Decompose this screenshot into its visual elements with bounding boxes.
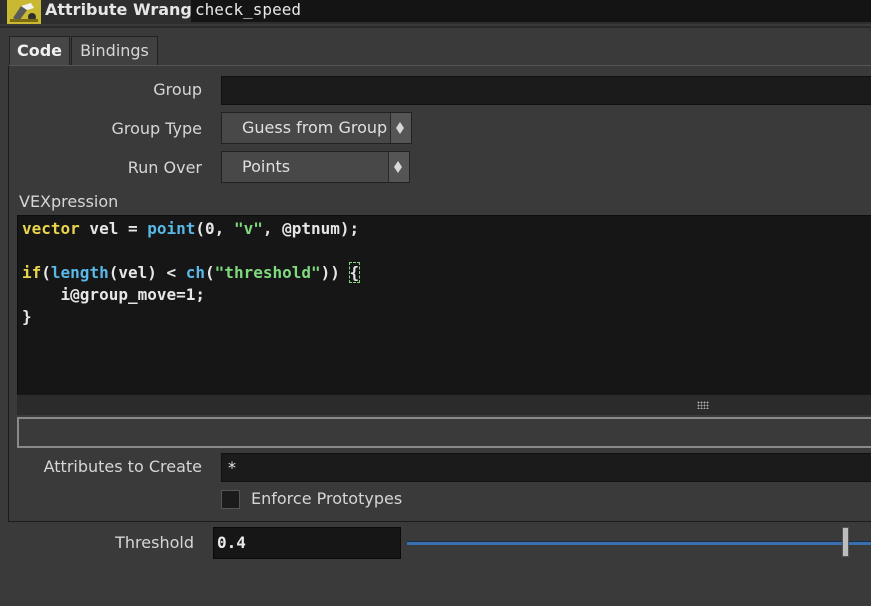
menu-spinner-icon (390, 113, 411, 143)
run-over-label: Run Over (127, 158, 202, 177)
run-over-menu[interactable]: Points (221, 151, 410, 183)
threshold-label: Threshold (115, 533, 194, 552)
threshold-slider-track[interactable] (407, 541, 871, 545)
code-token: { (348, 262, 361, 283)
code-line: } (22, 306, 871, 328)
code-token: (0, (195, 219, 234, 238)
group-type-menu[interactable]: Guess from Group (221, 112, 412, 144)
node-name-field[interactable]: check_speed (191, 0, 871, 22)
code-token: (vel) < (108, 263, 186, 282)
group-field[interactable] (221, 76, 871, 105)
code-token: vel = (79, 219, 148, 238)
attributes-to-create-label: Attributes to Create (43, 457, 202, 476)
enforce-prototypes-checkbox[interactable] (221, 490, 240, 509)
code-token: ch (185, 263, 206, 282)
wrangle-node-icon[interactable] (7, 0, 41, 24)
code-token: vector (22, 219, 80, 238)
code-token: if (22, 263, 42, 282)
group-type-label: Group Type (111, 119, 202, 138)
group-type-value: Guess from Group (242, 118, 388, 137)
code-token: point (147, 219, 196, 238)
enforce-prototypes-label: Enforce Prototypes (251, 489, 403, 508)
code-token: length (50, 263, 109, 282)
editor-footer-bar (17, 395, 871, 415)
run-over-value: Points (242, 157, 291, 176)
code-token: ( (41, 263, 51, 282)
menu-spinner-icon (388, 152, 409, 182)
tab-bindings[interactable]: Bindings (71, 36, 158, 66)
code-line: vector vel = point(0, "v", @ptnum); (22, 218, 871, 240)
vexpression-label: VEXpression (19, 192, 119, 211)
tab-code[interactable]: Code (9, 36, 70, 66)
code-token: "v" (233, 219, 263, 238)
header-divider (0, 26, 871, 28)
code-token: ( (205, 263, 215, 282)
vex-code-editor[interactable]: vector vel = point(0, "v", @ptnum); if(l… (17, 215, 871, 395)
attributes-to-create-field[interactable]: * (221, 453, 871, 482)
code-token: i@group_move=1; (22, 285, 206, 304)
code-line: if(length(vel) < ch("threshold")) { (22, 262, 871, 284)
code-line: i@group_move=1; (22, 284, 871, 306)
code-token: "threshold" (214, 263, 321, 282)
node-type-label: Attribute Wrangle (45, 0, 209, 19)
group-label: Group (153, 80, 202, 99)
resize-grip-icon[interactable] (697, 401, 709, 409)
code-token: , @ptnum); (262, 219, 360, 238)
threshold-field[interactable]: 0.4 (213, 527, 401, 559)
threshold-slider-handle[interactable] (842, 527, 849, 557)
message-field (17, 417, 871, 448)
code-token: } (22, 307, 32, 326)
code-token: )) (320, 263, 350, 282)
